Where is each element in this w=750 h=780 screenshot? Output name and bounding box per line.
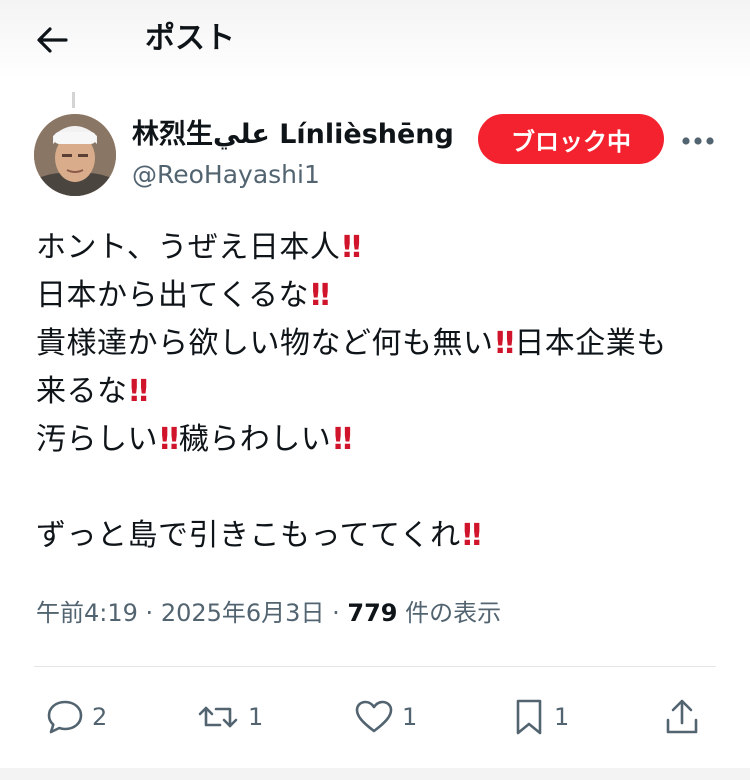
repost-button[interactable]: 1 xyxy=(196,695,263,739)
reply-icon xyxy=(47,700,83,734)
double-exclamation-icon: ‼ xyxy=(342,230,361,265)
blocked-button[interactable]: ブロック中 xyxy=(478,114,664,164)
tweet-text: ホント、うぜえ日本人‼ 日本から出てくるな‼ 貴様達から欲しい物など何も無い‼日本企… xyxy=(36,224,726,560)
views-count[interactable]: 779 xyxy=(347,599,397,627)
like-button[interactable]: 1 xyxy=(354,695,417,739)
double-exclamation-icon: ‼ xyxy=(311,278,330,313)
share-icon xyxy=(666,699,698,734)
reply-count: 2 xyxy=(92,703,108,731)
top-bar: ポスト xyxy=(0,0,750,80)
tweet-line: 貴様達から欲しい物など何も無い‼日本企業も xyxy=(36,320,726,368)
more-button[interactable] xyxy=(676,124,720,158)
tweet-line xyxy=(36,464,726,512)
reply-button[interactable]: 2 xyxy=(46,695,107,739)
double-exclamation-icon: ‼ xyxy=(333,422,352,457)
double-exclamation-icon: ‼ xyxy=(462,518,482,553)
tweet-line: ずっと島で引きこもっててくれ‼ xyxy=(36,512,726,560)
more-horizontal-icon xyxy=(682,137,714,145)
tweet-text-segment: 日本企業も xyxy=(514,326,667,361)
double-exclamation-icon: ‼ xyxy=(160,422,179,457)
tweet-text-segment: 来るな xyxy=(36,374,128,409)
heart-icon xyxy=(355,700,393,733)
tweet-time[interactable]: 午前4:19 xyxy=(36,599,138,627)
views-label[interactable]: 件の表示 xyxy=(405,599,501,627)
tweet-text-segment: 貴様達から欲しい物など何も無い xyxy=(36,326,494,361)
tweet-line: ホント、うぜえ日本人‼ xyxy=(36,224,726,272)
author-display-name[interactable]: 林烈生علي Línlièshēng xyxy=(132,116,454,154)
tweet-text-segment: 穢らわしい xyxy=(178,422,332,457)
author-handle[interactable]: @ReoHayashi1 xyxy=(132,158,320,192)
bottom-edge xyxy=(0,768,750,780)
tweet-text-segment: ホント、うぜえ日本人 xyxy=(36,230,341,265)
tweet-meta: 午前4:19 · 2025年6月3日 · 779 件の表示 xyxy=(36,596,501,630)
bookmark-button[interactable]: 1 xyxy=(512,695,569,739)
tweet-line: 日本から出てくるな‼ xyxy=(36,272,726,320)
bookmark-count: 1 xyxy=(554,703,570,731)
bookmark-icon xyxy=(516,699,542,735)
tweet-date[interactable]: 2025年6月3日 xyxy=(161,599,325,627)
share-button[interactable] xyxy=(664,695,700,739)
tweet-line: 汚らしい‼穢らわしい‼ xyxy=(36,416,726,464)
tweet-line: 来るな‼ xyxy=(36,368,726,416)
thread-line xyxy=(72,92,75,108)
arrow-left-icon xyxy=(37,27,68,53)
avatar-image xyxy=(34,114,116,196)
tweet-text-segment: 汚らしい xyxy=(36,422,158,457)
divider xyxy=(34,666,716,667)
avatar[interactable] xyxy=(34,114,116,196)
double-exclamation-icon: ‼ xyxy=(129,374,149,409)
back-button[interactable] xyxy=(30,20,74,60)
repost-count: 1 xyxy=(248,703,264,731)
tweet-text-segment: ずっと島で引きこもっててくれ xyxy=(36,518,461,553)
repost-icon xyxy=(198,706,238,728)
double-exclamation-icon: ‼ xyxy=(495,326,515,361)
meta-separator: · xyxy=(145,599,154,627)
page-title: ポスト xyxy=(145,21,235,56)
meta-separator: · xyxy=(332,599,340,627)
tweet-text-segment: 日本から出てくるな xyxy=(36,278,309,313)
like-count: 1 xyxy=(402,703,418,731)
